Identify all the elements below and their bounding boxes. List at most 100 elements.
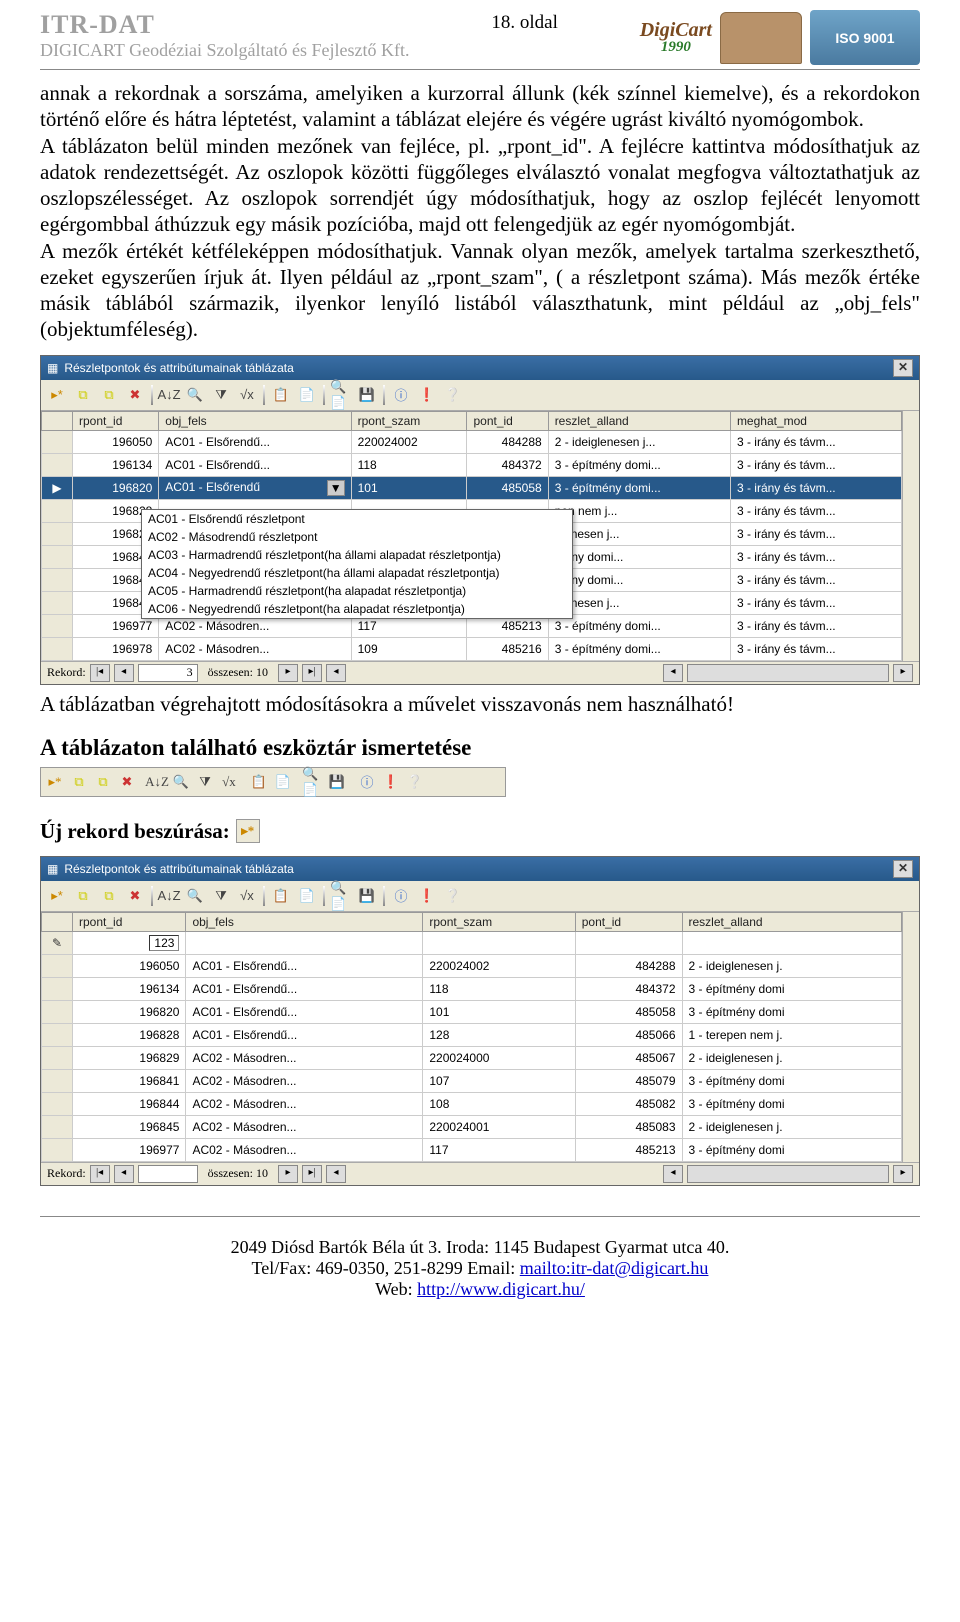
filter-button[interactable]: ⧩: [209, 383, 233, 407]
copy-button[interactable]: 📋: [269, 383, 293, 407]
t2-btn-2[interactable]: ⧉: [71, 884, 95, 908]
demo-copy-button[interactable]: 📋: [247, 770, 271, 794]
table-row[interactable]: 196134AC01 - Elsőrendű...1184843723 - ép…: [42, 977, 902, 1000]
col-meghat-mod[interactable]: meghat_mod: [730, 411, 901, 430]
table-row[interactable]: 196829AC02 - Másodren...2200240004850672…: [42, 1046, 902, 1069]
dropdown-item[interactable]: AC06 - Negyedrendű részletpont(ha alapad…: [142, 600, 572, 618]
demo-sort-button[interactable]: A↓Z: [145, 770, 169, 794]
demo-warn-button[interactable]: ❗: [379, 770, 403, 794]
nav-prev-button[interactable]: ◂: [114, 664, 134, 682]
col-reszlet-alland[interactable]: reszlet_alland: [548, 411, 730, 430]
table-row[interactable]: 196134AC01 - Elsőrendű...1184843723 - ép…: [42, 453, 902, 476]
close-button-2[interactable]: ✕: [893, 860, 913, 878]
find-button[interactable]: 🔍: [183, 383, 207, 407]
hscroll2-track[interactable]: [687, 1165, 889, 1183]
demo-help-button[interactable]: ❔: [403, 770, 427, 794]
delete-button[interactable]: ✖: [123, 383, 147, 407]
table-row[interactable]: 196820AC01 - Elsőrendű...1014850583 - ép…: [42, 1000, 902, 1023]
table-row[interactable]: ▶196820AC01 - Elsőrendű ▼1014850583 - ép…: [42, 476, 902, 499]
table-row[interactable]: 196978AC02 - Másodren...1094852163 - épí…: [42, 637, 902, 660]
demo-btn-2[interactable]: ⧉: [67, 770, 91, 794]
t2-find-button[interactable]: 🔍: [183, 884, 207, 908]
hscroll2-left[interactable]: ◂: [663, 1165, 683, 1183]
footer-email-link[interactable]: mailto:itr-dat@digicart.hu: [520, 1258, 709, 1278]
t2-preview-button[interactable]: 🔍📄: [329, 884, 353, 908]
t2-page-button[interactable]: 📄: [295, 884, 319, 908]
col-obj-fels[interactable]: obj_fels: [159, 411, 351, 430]
table2-new-row[interactable]: ✎ 123: [42, 931, 902, 954]
hscroll-left[interactable]: ◂: [663, 664, 683, 682]
nav2-current-input[interactable]: [138, 1165, 198, 1183]
vertical-scrollbar-2[interactable]: [902, 912, 919, 1162]
info-button[interactable]: ⓘ: [389, 383, 413, 407]
sort-button[interactable]: A↓Z: [157, 383, 181, 407]
table-row[interactable]: 196828AC01 - Elsőrendű...1284850661 - te…: [42, 1023, 902, 1046]
nav-prev2-button[interactable]: ◂: [326, 664, 346, 682]
t2-col-pont-id[interactable]: pont_id: [575, 912, 682, 931]
demo-delete-button[interactable]: ✖: [115, 770, 139, 794]
hscroll-track[interactable]: [687, 664, 889, 682]
demo-btn-3[interactable]: ⧉: [91, 770, 115, 794]
nav2-prev2-button[interactable]: ◂: [326, 1165, 346, 1183]
nav-current-input[interactable]: [138, 664, 198, 682]
nav2-first-button[interactable]: |◂: [90, 1165, 110, 1183]
t2-col-obj-fels[interactable]: obj_fels: [186, 912, 423, 931]
tool-btn-3[interactable]: ⧉: [97, 383, 121, 407]
t2-btn-3[interactable]: ⧉: [97, 884, 121, 908]
col-pont-id[interactable]: pont_id: [467, 411, 548, 430]
obj-fels-dropdown[interactable]: AC01 - Elsőrendű részletpontAC02 - Másod…: [141, 509, 573, 619]
demo-save-button[interactable]: 💾: [325, 770, 349, 794]
demo-expr-button[interactable]: √x: [217, 770, 241, 794]
t2-new-button[interactable]: ▸*: [45, 884, 69, 908]
warn-button[interactable]: ❗: [415, 383, 439, 407]
dropdown-item[interactable]: AC02 - Másodrendű részletpont: [142, 528, 572, 546]
expr-button[interactable]: √x: [235, 383, 259, 407]
page-button[interactable]: 📄: [295, 383, 319, 407]
nav2-prev-button[interactable]: ◂: [114, 1165, 134, 1183]
table2-titlebar[interactable]: ▦ Részletpontok és attribútumainak táblá…: [41, 857, 919, 881]
t2-filter-button[interactable]: ⧩: [209, 884, 233, 908]
demo-page-button[interactable]: 📄: [271, 770, 295, 794]
nav-last-button[interactable]: ▸|: [302, 664, 322, 682]
t2-col-rpont-id[interactable]: rpont_id: [73, 912, 186, 931]
t2-save-button[interactable]: 💾: [355, 884, 379, 908]
demo-info-button[interactable]: ⓘ: [355, 770, 379, 794]
col-rpont-id[interactable]: rpont_id: [73, 411, 159, 430]
demo-filter-button[interactable]: ⧩: [193, 770, 217, 794]
close-button[interactable]: ✕: [893, 359, 913, 377]
table2-grid[interactable]: rpont_id obj_fels rpont_szam pont_id res…: [41, 912, 902, 1162]
t2-copy-button[interactable]: 📋: [269, 884, 293, 908]
nav-next-button[interactable]: ▸: [278, 664, 298, 682]
t2-col-reszlet-alland[interactable]: reszlet_alland: [682, 912, 902, 931]
save-button[interactable]: 💾: [355, 383, 379, 407]
dropdown-item[interactable]: AC04 - Negyedrendű részletpont(ha állami…: [142, 564, 572, 582]
preview-button[interactable]: 🔍📄: [329, 383, 353, 407]
t2-col-rpont-szam[interactable]: rpont_szam: [423, 912, 575, 931]
hscroll2-right[interactable]: ▸: [893, 1165, 913, 1183]
tool-btn-2[interactable]: ⧉: [71, 383, 95, 407]
t2-help-button[interactable]: ❔: [441, 884, 465, 908]
table-row[interactable]: 196845AC02 - Másodren...2200240014850832…: [42, 1115, 902, 1138]
nav2-next-button[interactable]: ▸: [278, 1165, 298, 1183]
nav2-last-button[interactable]: ▸|: [302, 1165, 322, 1183]
new-rpont-id-cell[interactable]: 123: [73, 931, 186, 954]
nav-first-button[interactable]: |◂: [90, 664, 110, 682]
table-row[interactable]: 196844AC02 - Másodren...1084850823 - épí…: [42, 1092, 902, 1115]
demo-new-button[interactable]: ▸*: [43, 770, 67, 794]
table-row[interactable]: 196050AC01 - Elsőrendű...220024002484288…: [42, 954, 902, 977]
col-rpont-szam[interactable]: rpont_szam: [351, 411, 467, 430]
hscroll-right[interactable]: ▸: [893, 664, 913, 682]
help-button[interactable]: ❔: [441, 383, 465, 407]
table-row[interactable]: 196841AC02 - Másodren...1074850793 - épí…: [42, 1069, 902, 1092]
t2-sort-button[interactable]: A↓Z: [157, 884, 181, 908]
demo-preview-button[interactable]: 🔍📄: [301, 770, 325, 794]
dropdown-item[interactable]: AC05 - Harmadrendű részletpont(ha alapad…: [142, 582, 572, 600]
table-row[interactable]: 196977AC02 - Másodren...1174852133 - épí…: [42, 1138, 902, 1161]
table1-header-row[interactable]: rpont_id obj_fels rpont_szam pont_id res…: [42, 411, 902, 430]
dropdown-item[interactable]: AC01 - Elsőrendű részletpont: [142, 510, 572, 528]
new-record-button[interactable]: ▸*: [45, 383, 69, 407]
table-row[interactable]: 196050AC01 - Elsőrendű...220024002484288…: [42, 430, 902, 453]
t2-warn-button[interactable]: ❗: [415, 884, 439, 908]
table2-header-row[interactable]: rpont_id obj_fels rpont_szam pont_id res…: [42, 912, 902, 931]
t2-info-button[interactable]: ⓘ: [389, 884, 413, 908]
